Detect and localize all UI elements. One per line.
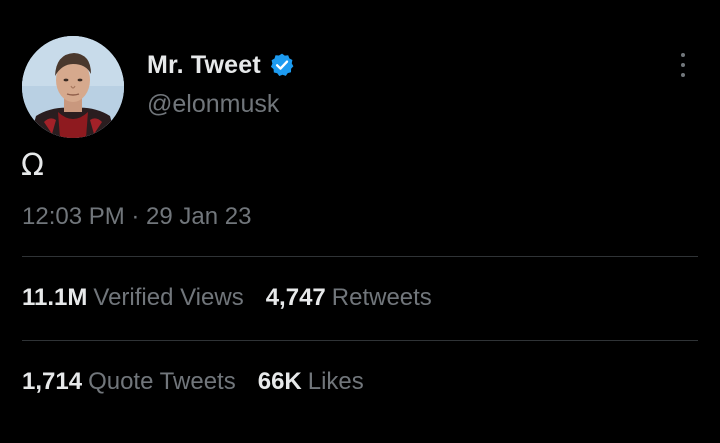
tweet-timestamp[interactable]: 12:03 PM · 29 Jan 23: [22, 203, 251, 231]
divider: [22, 256, 698, 257]
retweets-stat[interactable]: 4,747 Retweets: [266, 284, 432, 312]
tweet-card: Mr. Tweet @elonmusk Ω 12:03 PM · 29 Jan …: [0, 0, 720, 443]
avatar[interactable]: [22, 36, 124, 138]
display-name[interactable]: Mr. Tweet: [147, 51, 261, 80]
likes-stat[interactable]: 66K Likes: [258, 368, 364, 396]
views-count: 11.1M: [22, 284, 88, 311]
retweets-label: Retweets: [331, 284, 432, 311]
author-name-row: Mr. Tweet: [147, 49, 295, 81]
stats-row: 1,714 Quote Tweets 66K Likes: [22, 368, 386, 396]
quote-tweets-label: Quote Tweets: [88, 368, 236, 395]
avatar-image: [22, 36, 124, 138]
author-handle[interactable]: @elonmusk: [147, 90, 279, 119]
retweets-count: 4,747: [265, 284, 326, 311]
verified-badge-icon: [269, 52, 295, 78]
more-dot: [681, 53, 685, 57]
quote-tweets-count: 1,714: [22, 368, 83, 395]
tweet-text: Ω: [21, 148, 44, 183]
more-dot: [681, 73, 685, 77]
views-label: Verified Views: [93, 284, 244, 311]
more-options-icon[interactable]: [674, 50, 692, 80]
likes-count: 66K: [257, 368, 302, 395]
divider: [22, 340, 698, 341]
stats-row: 11.1M Verified Views 4,747 Retweets: [22, 284, 454, 312]
likes-label: Likes: [307, 368, 364, 395]
views-stat: 11.1M Verified Views: [22, 284, 244, 312]
quote-tweets-stat[interactable]: 1,714 Quote Tweets: [22, 368, 236, 396]
more-dot: [681, 63, 685, 67]
